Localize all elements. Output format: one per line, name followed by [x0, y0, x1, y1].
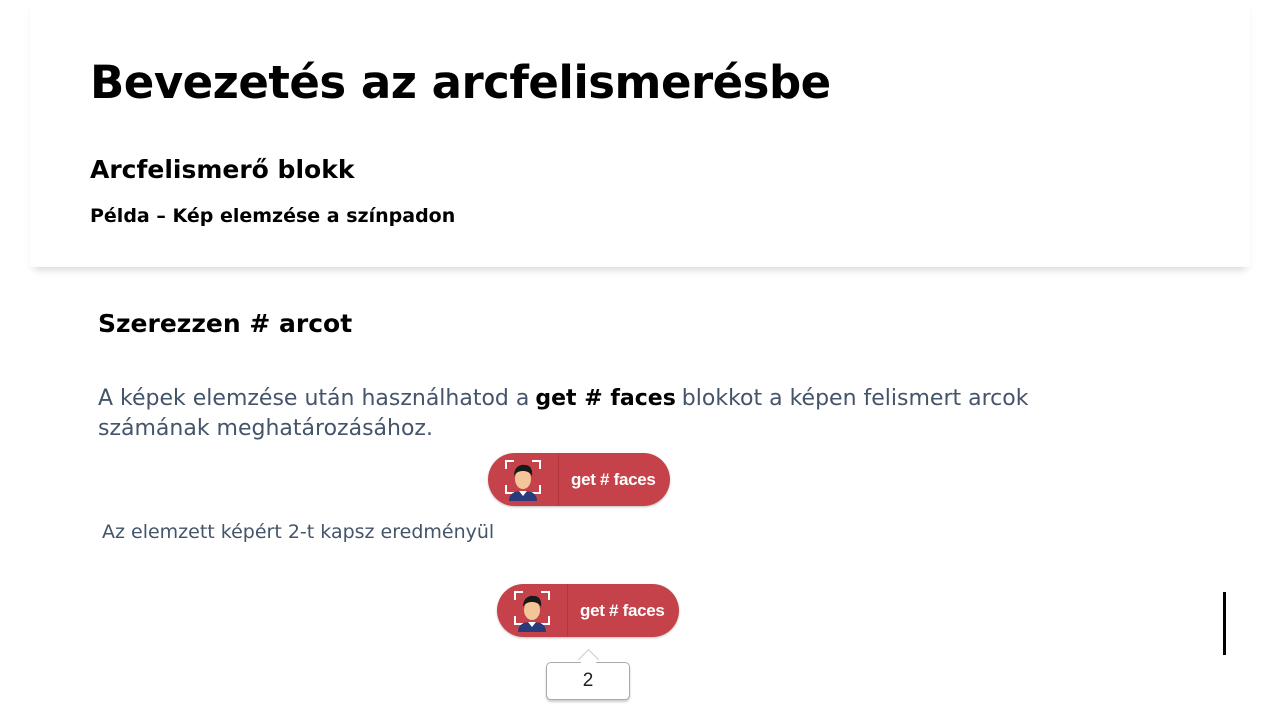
get-faces-block[interactable]: get # faces [488, 453, 670, 506]
slide-subsubtitle: Példa – Kép elemzése a színpadon [90, 205, 456, 227]
result-value: 2 [582, 670, 594, 691]
slide-title: Bevezetés az arcfelismerésbe [90, 56, 831, 109]
body-text: A képek elemzése után használhatod a get … [98, 384, 1038, 444]
section-heading: Szerezzen # arcot [98, 309, 353, 338]
get-faces-block[interactable]: get # faces [497, 584, 679, 637]
result-text: Az elemzett képért 2-t kapsz eredményül [102, 521, 495, 543]
face-recognition-icon [488, 453, 559, 506]
body-text-start: A képek elemzése után használhatod a [98, 386, 530, 411]
text-cursor [1223, 592, 1226, 655]
result-bubble: 2 [546, 662, 630, 700]
block-label: get # faces [580, 600, 665, 620]
block-label: get # faces [571, 469, 656, 489]
face-recognition-icon [497, 584, 568, 637]
slide-subtitle: Arcfelismerő blokk [90, 155, 355, 184]
body-text-bold: get # faces [535, 386, 676, 411]
